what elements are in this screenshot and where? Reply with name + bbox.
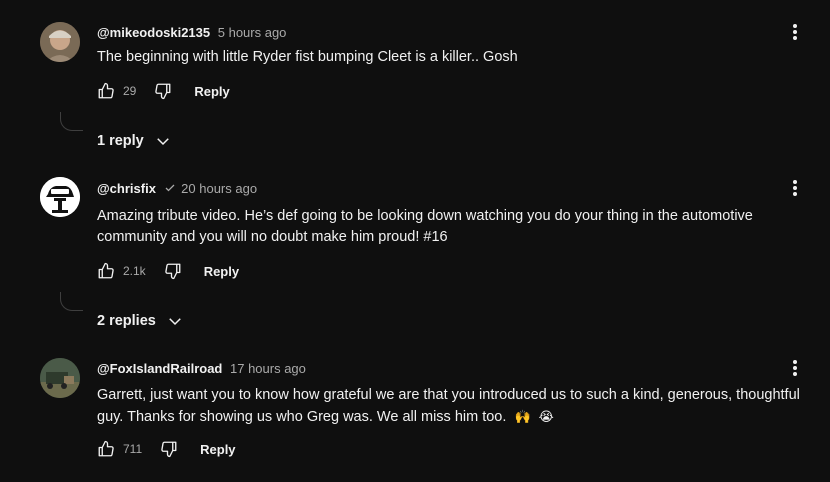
thumbs-down-icon[interactable] <box>160 440 178 458</box>
author-handle[interactable]: @mikeodoski2135 <box>97 25 210 40</box>
comment-menu-button[interactable] <box>788 178 802 198</box>
more-vert-icon <box>788 360 802 376</box>
comment-time[interactable]: 5 hours ago <box>218 25 287 40</box>
avatar-image <box>40 177 80 217</box>
like-count: 711 <box>123 442 143 456</box>
avatar[interactable] <box>40 22 80 62</box>
author-handle[interactable]: @FoxIslandRailroad <box>97 361 222 376</box>
comment-text: Garrett, just want you to know how grate… <box>97 385 809 428</box>
thumbs-up-icon[interactable] <box>97 440 115 458</box>
comment-actions: 711 Reply <box>97 437 236 461</box>
avatar-image <box>40 358 80 398</box>
author-handle[interactable]: @chrisfix <box>97 181 156 196</box>
thumbs-down-icon[interactable] <box>154 82 172 100</box>
thumbs-up-icon[interactable] <box>97 82 115 100</box>
view-replies-button[interactable]: 2 replies <box>97 312 184 330</box>
reply-button[interactable]: Reply <box>194 84 229 99</box>
more-vert-icon <box>788 24 802 40</box>
thumbs-up-icon[interactable] <box>97 262 115 280</box>
comment-time[interactable]: 20 hours ago <box>181 181 257 196</box>
thread-connector <box>60 112 83 131</box>
chevron-down-icon <box>156 138 169 146</box>
thread-connector <box>60 292 83 311</box>
more-vert-icon <box>788 180 802 196</box>
comment-header: @chrisfix 20 hours ago <box>97 181 257 196</box>
replies-count-label: 1 reply <box>97 133 144 149</box>
reply-button[interactable]: Reply <box>204 264 239 279</box>
reply-button[interactable]: Reply <box>200 442 235 457</box>
comment-header: @FoxIslandRailroad 17 hours ago <box>97 361 306 376</box>
view-replies-button[interactable]: 1 reply <box>97 132 172 150</box>
comment-actions: 2.1k Reply <box>97 259 239 283</box>
replies-count-label: 2 replies <box>97 313 156 329</box>
comment-time[interactable]: 17 hours ago <box>230 361 306 376</box>
checkmark-icon <box>165 184 174 192</box>
comment-actions: 29 Reply <box>97 79 230 103</box>
comment-text: The beginning with little Ryder fist bum… <box>97 49 518 65</box>
thumbs-down-icon[interactable] <box>164 262 182 280</box>
crying-face-emoji: 😭 <box>538 409 554 424</box>
comment-text: Amazing tribute video. He’s def going to… <box>97 208 753 245</box>
like-count: 29 <box>123 84 137 98</box>
raising-hands-emoji: 🙌 <box>514 409 531 424</box>
avatar[interactable] <box>40 177 80 217</box>
avatar[interactable] <box>40 358 80 398</box>
like-count: 2.1k <box>123 264 146 278</box>
comment-text-body: Garrett, just want you to know how grate… <box>97 387 800 425</box>
avatar-image <box>40 22 80 62</box>
comment-menu-button[interactable] <box>788 358 802 378</box>
comment-header: @mikeodoski2135 5 hours ago <box>97 25 286 40</box>
comment-menu-button[interactable] <box>788 22 802 42</box>
chevron-down-icon <box>169 318 181 326</box>
